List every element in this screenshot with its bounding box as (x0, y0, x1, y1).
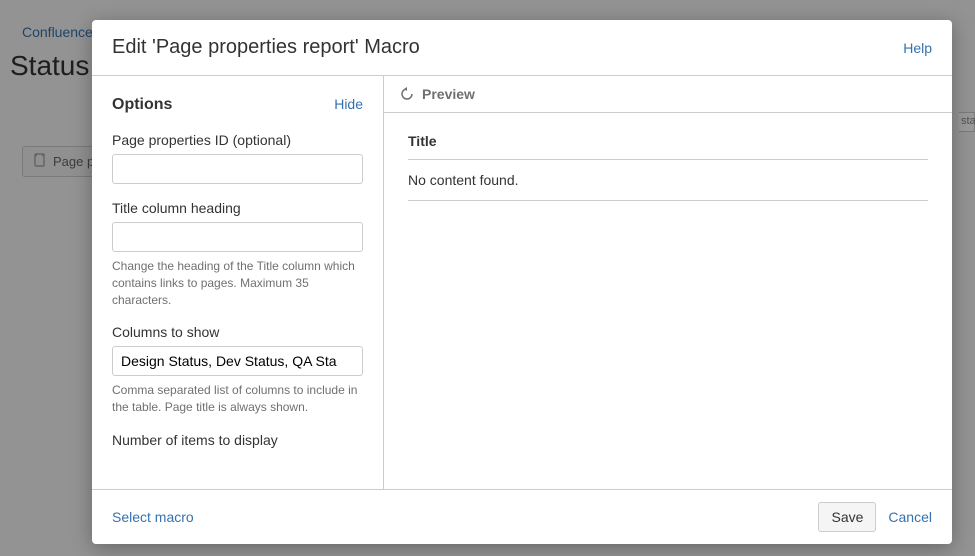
preview-empty-message: No content found. (408, 160, 928, 201)
preview-panel: Preview Title No content found. (384, 76, 952, 489)
ppid-input[interactable] (112, 154, 363, 184)
hide-link[interactable]: Hide (334, 96, 363, 112)
preview-body: Title No content found. (384, 113, 952, 221)
title-col-help: Change the heading of the Title column w… (112, 258, 363, 308)
field-columns-to-show: Columns to show Comma separated list of … (112, 324, 363, 416)
columns-help: Comma separated list of columns to inclu… (112, 382, 363, 416)
modal-footer: Select macro Save Cancel (92, 489, 952, 544)
ppid-label: Page properties ID (optional) (112, 132, 363, 148)
cancel-button[interactable]: Cancel (888, 509, 932, 525)
modal-title: Edit 'Page properties report' Macro (112, 36, 420, 59)
title-col-label: Title column heading (112, 200, 363, 216)
num-items-label: Number of items to display (112, 432, 363, 448)
macro-editor-modal: Edit 'Page properties report' Macro Help… (92, 20, 952, 544)
preview-table-header: Title (408, 133, 928, 160)
modal-header: Edit 'Page properties report' Macro Help (92, 20, 952, 76)
refresh-icon[interactable] (400, 87, 414, 101)
columns-label: Columns to show (112, 324, 363, 340)
field-title-column-heading: Title column heading Change the heading … (112, 200, 363, 308)
footer-actions: Save Cancel (818, 502, 932, 532)
options-header: Options Hide (112, 96, 363, 114)
title-col-input[interactable] (112, 222, 363, 252)
select-macro-link[interactable]: Select macro (112, 509, 194, 525)
options-panel: Options Hide Page properties ID (optiona… (92, 76, 384, 489)
field-page-properties-id: Page properties ID (optional) (112, 132, 363, 184)
field-number-of-items: Number of items to display (112, 432, 363, 448)
preview-heading: Preview (422, 86, 475, 102)
options-heading: Options (112, 96, 172, 114)
modal-body: Options Hide Page properties ID (optiona… (92, 76, 952, 489)
preview-header: Preview (384, 76, 952, 113)
help-link[interactable]: Help (903, 40, 932, 56)
columns-input[interactable] (112, 346, 363, 376)
save-button[interactable]: Save (818, 502, 876, 532)
